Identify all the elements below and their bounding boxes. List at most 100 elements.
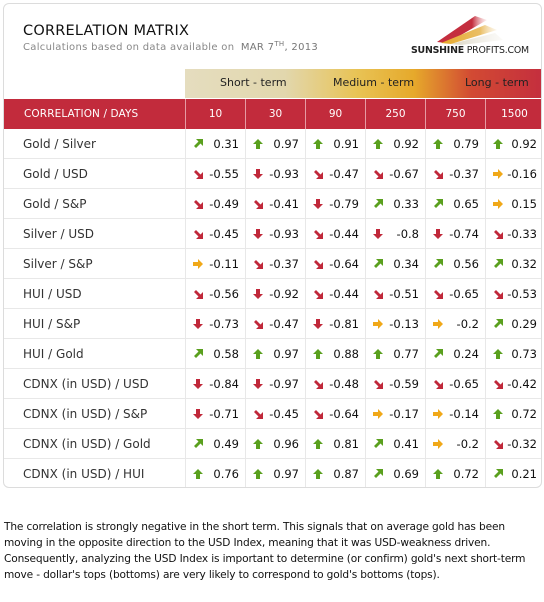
table-row-hui-sandp: HUI / S&P -0.73 -0.47 -0.81 -0.13 -0.2 0.29 [4,309,541,339]
arrow-down-icon [373,228,383,239]
correlation-cell-10-days: -0.11 [185,249,245,278]
arrow-right-icon [193,258,203,269]
correlation-cell-250-days: -0.59 [365,369,425,398]
logo-wordmark[interactable]: SUNSHINE PROFITS.COM [411,45,529,56]
arrow-down-icon [253,228,263,239]
correlation-value: -0.13 [389,316,419,331]
arrow-up-right-icon [434,258,443,268]
correlation-value: -0.93 [269,166,299,181]
arrow-down-right-icon [254,259,263,269]
arrow-down-right-icon [254,199,263,209]
correlation-value: -0.65 [449,376,479,391]
term-medium: Medium - term [333,76,415,89]
correlation-value: 0.15 [511,196,537,211]
correlation-value: -0.2 [456,436,479,451]
arrow-down-icon [193,408,203,419]
correlation-cell-90-days: -0.44 [305,279,365,308]
correlation-cell-750-days: 0.79 [425,129,485,158]
arrow-up-right-icon [194,348,203,358]
arrow-right-icon [433,438,443,449]
arrow-right-icon [433,318,443,329]
correlation-cell-30-days: 0.96 [245,429,305,458]
correlation-cell-10-days: -0.56 [185,279,245,308]
row-label: CDNX (in USD) / S&P [23,406,148,421]
arrow-right-icon [373,408,383,419]
row-label: HUI / Gold [23,346,84,361]
arrow-up-icon [493,348,503,359]
arrow-right-icon [433,408,443,419]
correlation-value: 0.33 [393,196,419,211]
row-label: Silver / S&P [23,256,93,271]
correlation-cell-250-days: -0.51 [365,279,425,308]
arrow-down-icon [193,378,203,389]
arrow-up-icon [493,138,503,149]
arrow-down-icon [313,318,323,329]
correlation-cell-30-days: 0.97 [245,339,305,368]
arrow-up-right-icon [434,198,443,208]
correlation-value: -0.64 [329,406,359,421]
correlation-value: -0.48 [329,376,359,391]
arrow-down-right-icon [314,289,323,299]
correlation-cell-90-days: -0.48 [305,369,365,398]
correlation-value: 0.34 [393,256,419,271]
correlation-cell-30-days: -0.92 [245,279,305,308]
correlation-value: 0.92 [511,136,537,151]
arrow-up-right-icon [434,348,443,358]
correlation-value: -0.56 [209,286,239,301]
correlation-value: 0.41 [393,436,419,451]
correlation-cell-750-days: -0.2 [425,309,485,338]
arrow-down-right-icon [314,229,323,239]
correlation-value: 0.97 [273,136,299,151]
correlation-value: -0.44 [329,286,359,301]
correlation-value: 0.56 [453,256,479,271]
table-row-gold-silver: Gold / Silver 0.31 0.97 0.91 0.92 0.79 0.92 [4,129,541,159]
correlation-cell-750-days: 0.65 [425,189,485,218]
correlation-value: 0.24 [453,346,479,361]
arrow-up-icon [433,138,443,149]
correlation-cell-1500-days: 0.21 [485,459,541,487]
arrow-up-right-icon [374,469,383,478]
row-label: CDNX (in USD) / HUI [23,467,145,481]
arrow-up-right-icon [194,138,203,148]
correlation-value: 0.77 [393,346,419,361]
correlation-cell-90-days: -0.64 [305,249,365,278]
correlation-value: -0.53 [507,286,537,301]
table-row-gold-sandp: Gold / S&P -0.49 -0.41 -0.79 0.33 0.65 0.15 [4,189,541,219]
correlation-cell-250-days: 0.77 [365,339,425,368]
correlation-value: -0.92 [269,286,299,301]
table-row-cdnx-in-usd-usd: CDNX (in USD) / USD -0.84 -0.97 -0.48 -0.59 -… [4,369,541,399]
correlation-value: 0.58 [213,346,239,361]
correlation-cell-10-days: 0.31 [185,129,245,158]
correlation-cell-1500-days: 0.29 [485,309,541,338]
correlation-value: 0.87 [333,467,359,481]
correlation-cell-250-days: -0.67 [365,159,425,188]
correlation-value: -0.55 [209,166,239,181]
arrow-down-right-icon [194,229,203,239]
correlation-value: -0.67 [389,166,419,181]
correlation-cell-250-days: -0.17 [365,399,425,428]
table-row-gold-usd: Gold / USD -0.55 -0.93 -0.47 -0.67 -0.37 -0.16 [4,159,541,189]
correlation-cell-90-days: -0.44 [305,219,365,248]
arrow-down-right-icon [374,169,383,179]
correlation-value: -0.65 [449,286,479,301]
correlation-value: -0.47 [269,316,299,331]
analysis-note: The correlation is strongly negative in … [4,521,526,581]
correlation-cell-90-days: -0.64 [305,399,365,428]
table-row-silver-sandp: Silver / S&P -0.11 -0.37 -0.64 0.34 0.56 0.32 [4,249,541,279]
arrow-down-right-icon [494,379,503,389]
correlation-value: 0.49 [213,436,239,451]
correlation-cell-750-days: -0.74 [425,219,485,248]
date-year: , 2013 [284,42,319,53]
correlation-table-body: Gold / Silver 0.31 0.97 0.91 0.92 0.79 0.92 Gol… [4,129,541,487]
arrow-up-icon [373,138,383,149]
column-header-10: 10 [185,99,245,129]
correlation-cell-10-days: -0.71 [185,399,245,428]
correlation-cell-10-days: 0.49 [185,429,245,458]
correlation-cell-750-days: -0.65 [425,279,485,308]
arrow-down-right-icon [314,379,323,389]
column-header-250: 250 [365,99,425,129]
correlation-value: 0.72 [453,467,479,481]
correlation-cell-30-days: -0.93 [245,219,305,248]
row-label: CDNX (in USD) / Gold [23,436,151,451]
correlation-cell-30-days: -0.37 [245,249,305,278]
